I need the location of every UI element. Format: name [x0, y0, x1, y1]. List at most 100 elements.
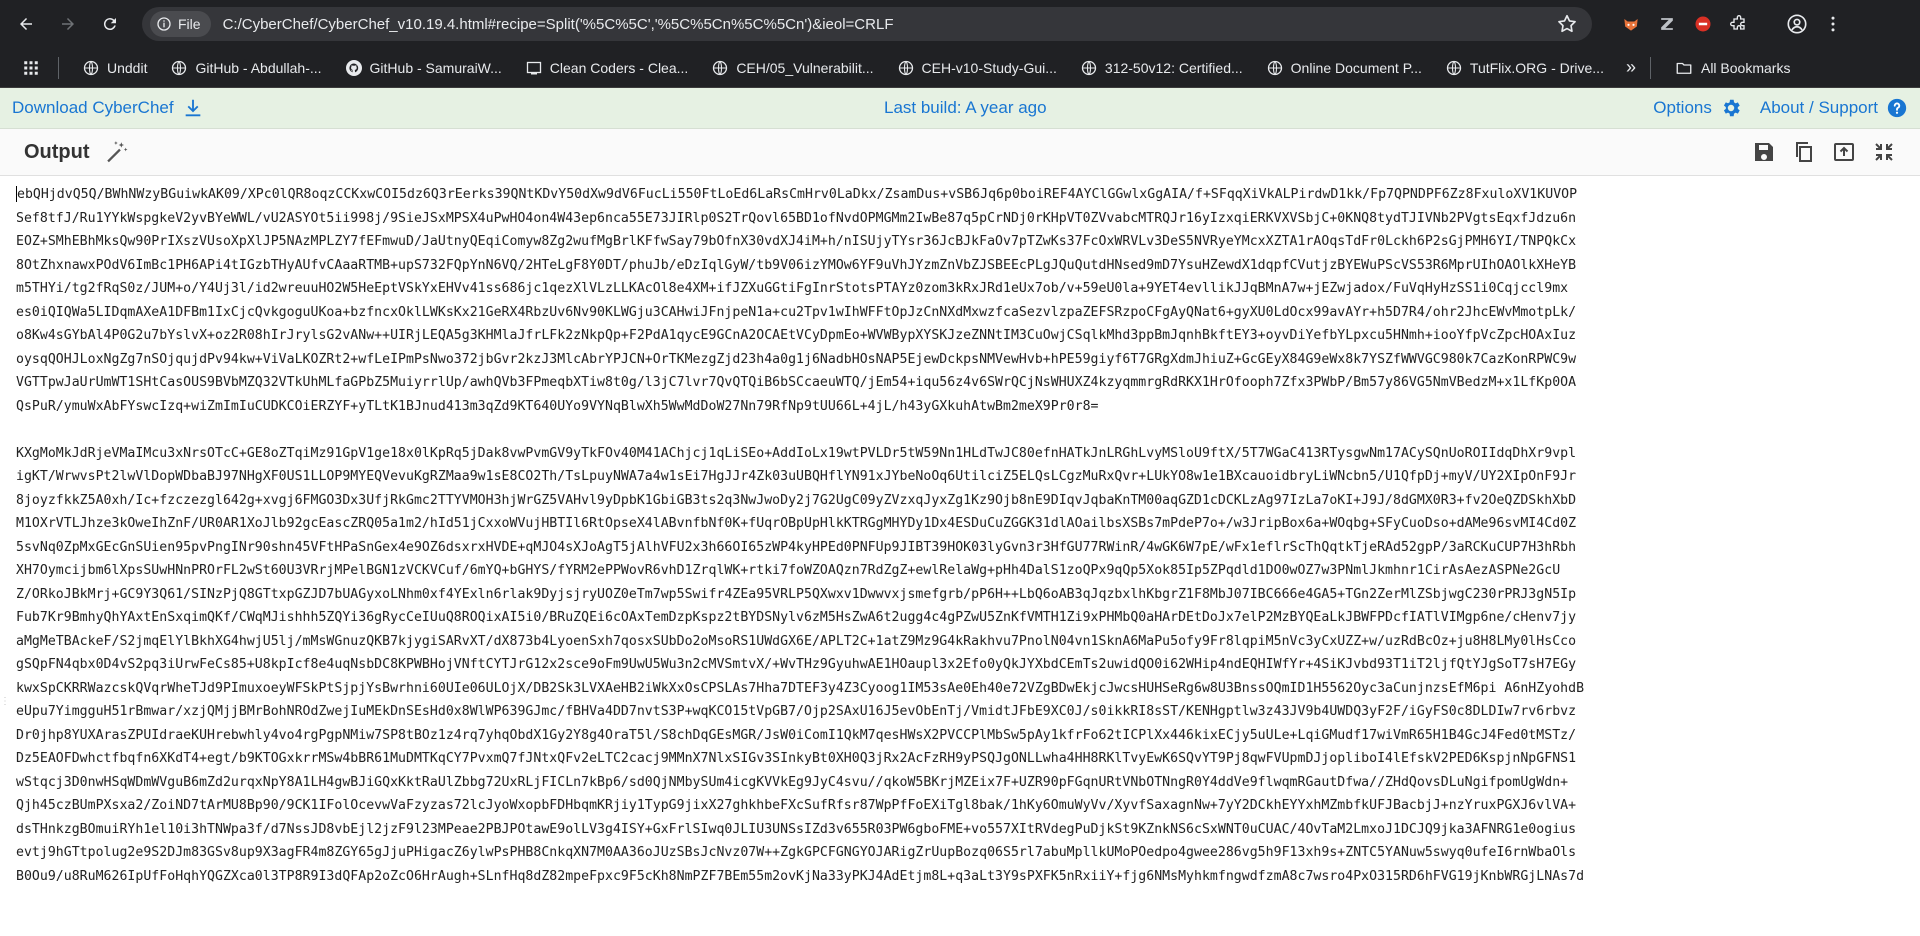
output-line: ebQHjdvQ5Q/BWhNWzyBGuiwkAK09/XPc0lQR8oqz…	[16, 183, 1920, 207]
all-bookmarks-label: All Bookmarks	[1700, 59, 1791, 76]
extensions-puzzle-icon[interactable]	[1728, 13, 1750, 35]
bookmark-label: Online Document P...	[1290, 59, 1422, 76]
reload-icon	[103, 18, 116, 31]
output-line: es0iQIQWa5LIDqmAXeA1DFBm1IxCjcQvkgoguUKo…	[16, 304, 1577, 320]
info-icon	[157, 17, 171, 31]
bookmark-item[interactable]: CEH/05_Vulnerabilit...	[702, 56, 883, 80]
output-line: aMgMeTBAckeF/S2jmqElYlBkhXG4hwjU5lj/mMsW…	[16, 633, 1577, 649]
minimize-icon[interactable]	[1872, 140, 1896, 164]
download-label: Download CyberChef	[12, 98, 174, 117]
globe-icon	[1267, 60, 1283, 76]
download-icon	[185, 99, 200, 117]
resize-grip[interactable]: ⋮	[0, 696, 14, 707]
profile-icon[interactable]	[1786, 13, 1808, 35]
about-support-link[interactable]: About / Support	[1760, 97, 1908, 119]
site-info-label: File	[178, 16, 201, 32]
options-link[interactable]: Options	[1653, 97, 1742, 119]
output-line: KXgMoMkJdRjeVMaIMcu3xNrsOTcC+GE8oZTqiMz9…	[16, 445, 1577, 461]
forward-button[interactable]	[52, 8, 84, 40]
output-header: Output	[0, 129, 1920, 176]
output-line: 5svNq0ZpMxGEcGnSUien95pvPngINr90shn45VFt…	[16, 539, 1577, 555]
bookmarks-bar: Unddit GitHub - Abdullah-... GitHub - Sa…	[0, 48, 1920, 88]
output-title: Output	[24, 140, 90, 163]
apps-grid-icon	[24, 60, 38, 75]
bookmark-label: Unddit	[107, 59, 148, 76]
output-line: o8Kw4sGYbAl4P0G2u7bYslvX+oz2R08hIrJrylsG…	[16, 328, 1577, 343]
banner-actions: Options About / Support	[1653, 97, 1908, 119]
bookmark-item[interactable]: TutFlix.ORG - Drive...	[1436, 56, 1614, 80]
globe-icon	[171, 60, 187, 76]
output-tools	[1752, 140, 1896, 164]
folder-icon	[1676, 62, 1692, 74]
output-line: dsTHnkzgBOmuiRYh1el10i3hTNWpa3f/d7NssJD8…	[16, 821, 1577, 837]
bookmark-label: CEH-v10-Study-Gui...	[921, 59, 1057, 76]
magic-wand-icon[interactable]	[104, 139, 130, 165]
bookmark-star-icon[interactable]	[1556, 13, 1578, 35]
bookmark-label: 312-50v12: Certified...	[1104, 59, 1243, 76]
bookmark-item[interactable]: Unddit	[73, 56, 157, 80]
extensions-area	[1620, 13, 1844, 35]
bookmark-item[interactable]: Clean Coders - Clea...	[516, 56, 699, 80]
output-line: Z/ORkoJBkMrj+GC9Y3Q61/SINzPjQ8GTtxpGZJD7…	[16, 586, 1577, 602]
output-line: igKT/WrwvsPt2lwVlDopWDbaBJ97NHgXF0US1LLO…	[16, 469, 1577, 484]
bookmark-item[interactable]: CEH-v10-Study-Gui...	[888, 56, 1067, 80]
apps-button[interactable]	[12, 55, 44, 81]
browser-menu-icon[interactable]	[1822, 13, 1844, 35]
output-line: EOZ+SMhEBhMksQw90PrIXszVUsoXpXlJP5NAzMPL…	[16, 234, 1577, 249]
output-line: XH7Oymcijbm6lXpsSUwHNnPROrFL2wSt60U3VRrj…	[16, 563, 1561, 578]
output-line: kwxSpCKRRWazcskQVqrWheTJd9PImuxoeyWFSkPt…	[16, 680, 1585, 696]
output-line: 8joyzfkkZ5A0xh/Ic+fzczezgl642g+xvgj6FMGO…	[16, 492, 1577, 508]
output-line: Qjh45czBUmPXsxa2/ZoiND7tArMU8Bp90/9CK1IF…	[16, 798, 1577, 813]
cleancoders-icon	[526, 60, 542, 76]
bookmark-item[interactable]: GitHub - SamuraiW...	[336, 56, 512, 80]
output-line: Dr0jhp8YUXArasZPUIdraeKUHrebwhly4vo4rgPg…	[16, 727, 1577, 743]
bookmark-label: CEH/05_Vulnerabilit...	[736, 59, 874, 76]
bookmark-item[interactable]: Online Document P...	[1257, 56, 1432, 80]
about-label: About / Support	[1759, 98, 1878, 117]
download-cyberchef-link[interactable]: Download CyberChef	[12, 97, 204, 119]
output-line: VGTTpwJaUrUmWT1SHtCasOUS9BVbMZQ32VTkUhML…	[16, 375, 1577, 390]
extension-fox-icon[interactable]	[1620, 13, 1642, 35]
site-info-chip[interactable]: File	[150, 11, 211, 37]
last-build-text: Last build: A year ago	[884, 98, 1047, 117]
output-line: gSQpFN4qbx0D4vS2pq3iUrwFeCs85+U8kpIcf8e4…	[16, 657, 1577, 672]
arrow-right-icon	[62, 18, 74, 30]
output-text[interactable]: ebQHjdvQ5Q/BWhNWzyBGuiwkAK09/XPc0lQR8oqz…	[16, 183, 1920, 888]
copy-icon[interactable]	[1792, 140, 1816, 164]
save-icon[interactable]	[1752, 140, 1776, 164]
bookmark-item[interactable]: 312-50v12: Certified...	[1071, 56, 1253, 80]
address-bar[interactable]: File C:/CyberChef/CyberChef_v10.19.4.htm…	[142, 7, 1592, 41]
bookmark-item[interactable]: GitHub - Abdullah-...	[161, 56, 331, 80]
output-line: Dz5EAOFDwhctfbqfn6XKdT4+egt/b9KTOGxkrrMS…	[16, 751, 1577, 766]
extension-blocker-icon[interactable]	[1692, 13, 1714, 35]
bookmarks-divider	[58, 56, 59, 79]
reload-button[interactable]	[94, 8, 126, 40]
globe-icon	[898, 60, 914, 76]
output-line: M1OXrVTLJhze3kOweIhZnF/UR0AR1XoJlb92gcEa…	[16, 516, 1577, 531]
globe-icon	[1081, 60, 1097, 76]
extension-z-icon[interactable]	[1656, 13, 1678, 35]
replace-input-icon[interactable]	[1832, 140, 1856, 164]
output-area[interactable]: ⋮ ebQHjdvQ5Q/BWhNWzyBGuiwkAK09/XPc0lQR8o…	[0, 176, 1920, 936]
output-line: Sef8tfJ/Ru1YYkWspgkeV2yvBYeWWL/vU2ASYOt5…	[16, 210, 1577, 226]
output-line: m5THYi/tg2fRqS0z/JUM+o/Y4Uj3l/id2wreuuHO…	[16, 281, 1569, 296]
bookmark-label: GitHub - Abdullah-...	[195, 59, 322, 76]
globe-icon	[83, 60, 99, 76]
all-bookmarks-button[interactable]: All Bookmarks	[1665, 55, 1800, 81]
browser-toolbar: File C:/CyberChef/CyberChef_v10.19.4.htm…	[0, 0, 1920, 48]
output-line: evtj9hGTtpolug2e9S2DJm83GSv8up9X3agFR4m8…	[16, 845, 1577, 860]
output-line: 8OtZhxnawxPOdV6ImBc1PH6APi4tIGzbTHyAUfvC…	[16, 257, 1577, 273]
bookmark-label: GitHub - SamuraiW...	[369, 59, 502, 76]
cyberchef-banner: Download CyberChef Last build: A year ag…	[0, 88, 1920, 129]
output-line: eUpu7YimgguH51rBmwar/xzjQMjjBMrBohNROdZw…	[16, 704, 1577, 719]
back-button[interactable]	[10, 8, 42, 40]
help-icon	[1887, 98, 1907, 118]
bookmark-label: TutFlix.ORG - Drive...	[1469, 59, 1604, 76]
output-line: wStqcj3D0nwHSqWDmWVguB6mZd2urqxNpY8A1LH4…	[16, 774, 1569, 790]
bookmarks-overflow-button[interactable]: »	[1626, 57, 1636, 78]
output-line: B0Ou9/u8RuM626IpUfFoHqhYQGZXca0l3TP8R9I3…	[16, 868, 1585, 884]
url-text[interactable]: C:/CyberChef/CyberChef_v10.19.4.html#rec…	[223, 16, 1556, 33]
github-icon	[345, 59, 362, 76]
output-line-text: ebQHjdvQ5Q/BWhNWzyBGuiwkAK09/XPc0lQR8oqz…	[17, 187, 1578, 202]
